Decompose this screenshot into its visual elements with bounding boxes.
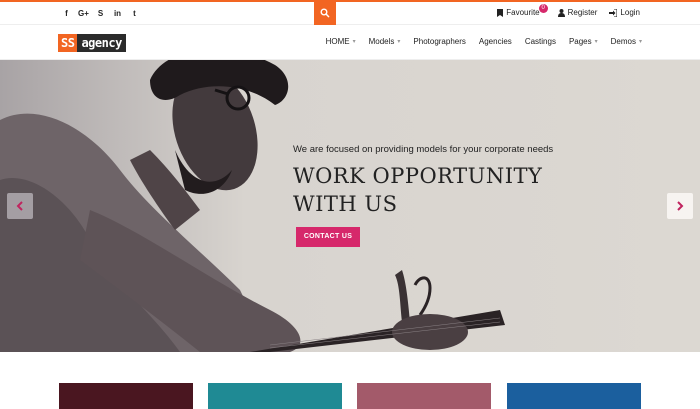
category-card-4[interactable] — [507, 383, 641, 409]
chevron-left-icon — [16, 201, 23, 211]
twitter-icon[interactable]: t — [126, 7, 143, 21]
favourite-link[interactable]: Favourite 0 — [497, 4, 548, 17]
chevron-down-icon: ▾ — [638, 39, 642, 45]
main-header: SS agency HOME ▾ Models ▾ Photographers Ag… — [0, 25, 700, 60]
nav-photographers-label: Photographers — [413, 37, 466, 46]
nav-pages[interactable]: Pages ▾ — [569, 37, 598, 46]
user-icon — [557, 8, 565, 17]
nav-castings[interactable]: Castings — [525, 37, 556, 46]
chevron-down-icon: ▾ — [397, 39, 401, 45]
nav-photographers[interactable]: Photographers — [413, 37, 465, 46]
favourite-count-badge: 0 — [538, 4, 548, 13]
nav-models-label: Models — [368, 37, 395, 46]
top-bar: f G+ S in t Favourite 0 Register Login — [0, 0, 700, 25]
linkedin-icon[interactable]: in — [109, 7, 126, 21]
hero-text: We are focused on providing models for y… — [293, 144, 553, 218]
nav-pages-label: Pages — [568, 37, 592, 46]
google-plus-icon[interactable]: G+ — [75, 7, 92, 21]
logo-part-ss: SS — [58, 34, 78, 52]
social-links: f G+ S in t — [58, 7, 143, 21]
nav-castings-label: Castings — [524, 37, 556, 46]
hero-slider: We are focused on providing models for y… — [0, 60, 700, 352]
slider-prev-button[interactable] — [7, 193, 33, 219]
bookmark-icon — [497, 8, 504, 17]
hero-title-line-2: WITH US — [293, 192, 398, 216]
chevron-right-icon — [677, 201, 684, 211]
skype-icon[interactable]: S — [92, 7, 109, 21]
favourite-label: Favourite — [506, 8, 540, 17]
chevron-down-icon: ▾ — [352, 39, 356, 45]
nav-home[interactable]: HOME ▾ — [326, 37, 356, 46]
slider-next-button[interactable] — [667, 193, 693, 219]
register-label: Register — [567, 8, 598, 17]
nav-agencies-label: Agencies — [478, 37, 512, 46]
search-icon — [320, 8, 330, 17]
facebook-icon[interactable]: f — [58, 7, 75, 21]
nav-agencies[interactable]: Agencies — [479, 37, 512, 46]
site-logo[interactable]: SS agency — [58, 34, 126, 52]
contact-us-button[interactable]: CONTACT US — [296, 227, 360, 247]
category-card-3[interactable] — [357, 383, 491, 409]
nav-models[interactable]: Models ▾ — [369, 37, 401, 46]
account-links: Favourite 0 Register Login — [497, 4, 640, 17]
category-card-2[interactable] — [208, 383, 342, 409]
category-cards — [0, 352, 700, 409]
search-button[interactable] — [314, 0, 336, 25]
main-nav: HOME ▾ Models ▾ Photographers Agencies Cas… — [326, 37, 642, 46]
nav-demos[interactable]: Demos ▾ — [611, 37, 642, 46]
sign-in-icon — [609, 8, 618, 17]
nav-demos-label: Demos — [610, 37, 636, 46]
category-card-1[interactable] — [59, 383, 193, 409]
hero-title-line-1: WORK OPPORTUNITY — [293, 164, 543, 188]
logo-part-agency: agency — [77, 34, 126, 52]
register-link[interactable]: Register — [557, 8, 598, 17]
login-link[interactable]: Login — [609, 8, 640, 17]
hero-subtitle: We are focused on providing models for y… — [293, 144, 554, 155]
login-label: Login — [620, 8, 640, 17]
chevron-down-icon: ▾ — [594, 39, 598, 45]
nav-home-label: HOME — [325, 37, 350, 46]
